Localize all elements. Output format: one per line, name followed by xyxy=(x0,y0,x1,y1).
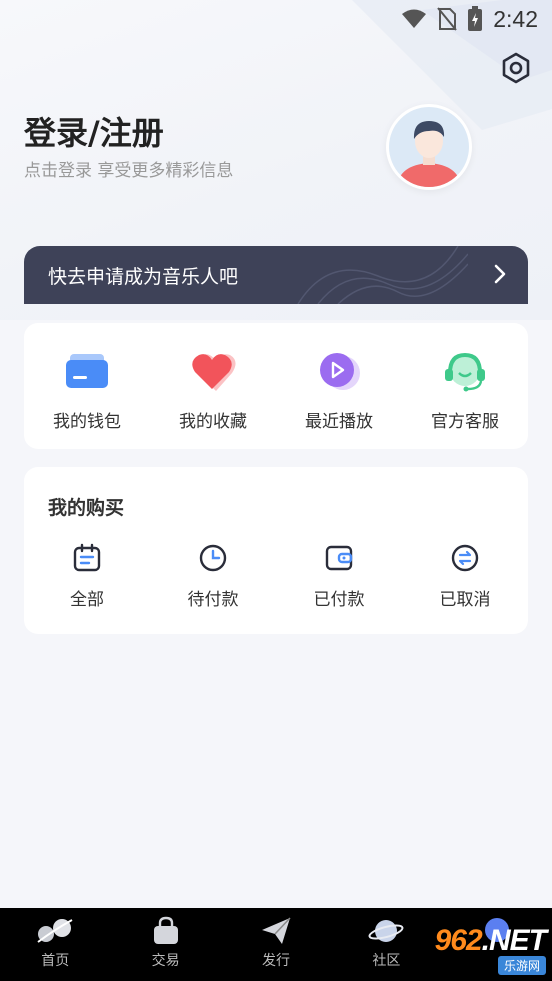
wallet-icon xyxy=(66,354,108,388)
nav-publish[interactable]: 发行 xyxy=(221,908,331,981)
status-bar: 2:42 xyxy=(0,0,552,38)
quick-item-label: 我的钱包 xyxy=(53,412,121,432)
bag-icon xyxy=(153,916,178,944)
login-subtitle: 点击登录 享受更多精彩信息 xyxy=(24,161,234,181)
nav-home[interactable]: 首页 xyxy=(0,908,110,981)
planet-icon xyxy=(368,920,404,942)
quick-item-recent-play[interactable]: 最近播放 xyxy=(276,323,402,449)
home-icon xyxy=(37,919,73,943)
purchase-filter-pending[interactable]: 待付款 xyxy=(150,543,276,610)
settings-hexagon-icon xyxy=(502,52,530,84)
purchase-filter-label: 已付款 xyxy=(313,590,365,610)
musician-apply-banner[interactable]: 快去申请成为音乐人吧 xyxy=(24,246,528,304)
battery-icon xyxy=(468,6,483,31)
quick-item-label: 官方客服 xyxy=(431,412,499,432)
nav-label: 社区 xyxy=(372,953,401,969)
purchases-title: 我的购买 xyxy=(48,497,125,519)
play-icon xyxy=(320,353,360,390)
purchase-filter-label: 待付款 xyxy=(187,590,239,610)
settings-button[interactable] xyxy=(498,50,534,86)
quick-item-label: 我的收藏 xyxy=(179,412,247,432)
banner-text: 快去申请成为音乐人吧 xyxy=(48,265,239,288)
nav-label: 首页 xyxy=(41,953,70,969)
nav-trade[interactable]: 交易 xyxy=(110,908,220,981)
login-register-title[interactable]: 登录/注册 xyxy=(24,108,164,154)
send-icon xyxy=(262,917,291,944)
watermark-suffix: .NET xyxy=(481,924,547,957)
purchase-filter-paid[interactable]: 已付款 xyxy=(276,543,402,610)
nav-label: 发行 xyxy=(262,953,291,969)
purchase-filter-label: 已取消 xyxy=(439,590,491,610)
quick-item-label: 最近播放 xyxy=(305,412,373,432)
clock-icon xyxy=(199,544,227,572)
watermark-logo: 962.NET 乐游网 xyxy=(406,924,547,976)
headset-icon xyxy=(445,352,485,392)
quick-item-wallet[interactable]: 我的钱包 xyxy=(24,323,150,449)
my-purchases-card: 我的购买 全部 待付款 已付款 已取消 xyxy=(24,467,528,634)
heart-icon xyxy=(192,354,236,391)
no-sim-icon xyxy=(437,7,458,31)
avatar[interactable] xyxy=(386,104,472,190)
watermark-sub: 乐游网 xyxy=(497,956,546,975)
purchase-filter-all[interactable]: 全部 xyxy=(24,543,150,610)
quick-actions-card: 我的钱包 我的收藏 最近播放 官方客服 xyxy=(24,323,528,449)
default-avatar-icon xyxy=(389,107,469,187)
wifi-icon xyxy=(402,9,427,28)
watermark-num: 962 xyxy=(434,924,483,957)
purchase-filter-cancelled[interactable]: 已取消 xyxy=(402,543,528,610)
nav-label: 交易 xyxy=(151,953,180,969)
chevron-right-icon xyxy=(494,264,506,284)
banner-decoration-lines xyxy=(297,246,468,304)
purchase-filter-label: 全部 xyxy=(70,590,104,610)
wallet-card-icon xyxy=(325,545,353,571)
quick-item-favorites[interactable]: 我的收藏 xyxy=(150,323,276,449)
status-time: 2:42 xyxy=(493,5,538,32)
calendar-icon xyxy=(73,543,101,572)
exchange-icon xyxy=(451,544,479,572)
quick-item-customer-service[interactable]: 官方客服 xyxy=(402,323,528,449)
